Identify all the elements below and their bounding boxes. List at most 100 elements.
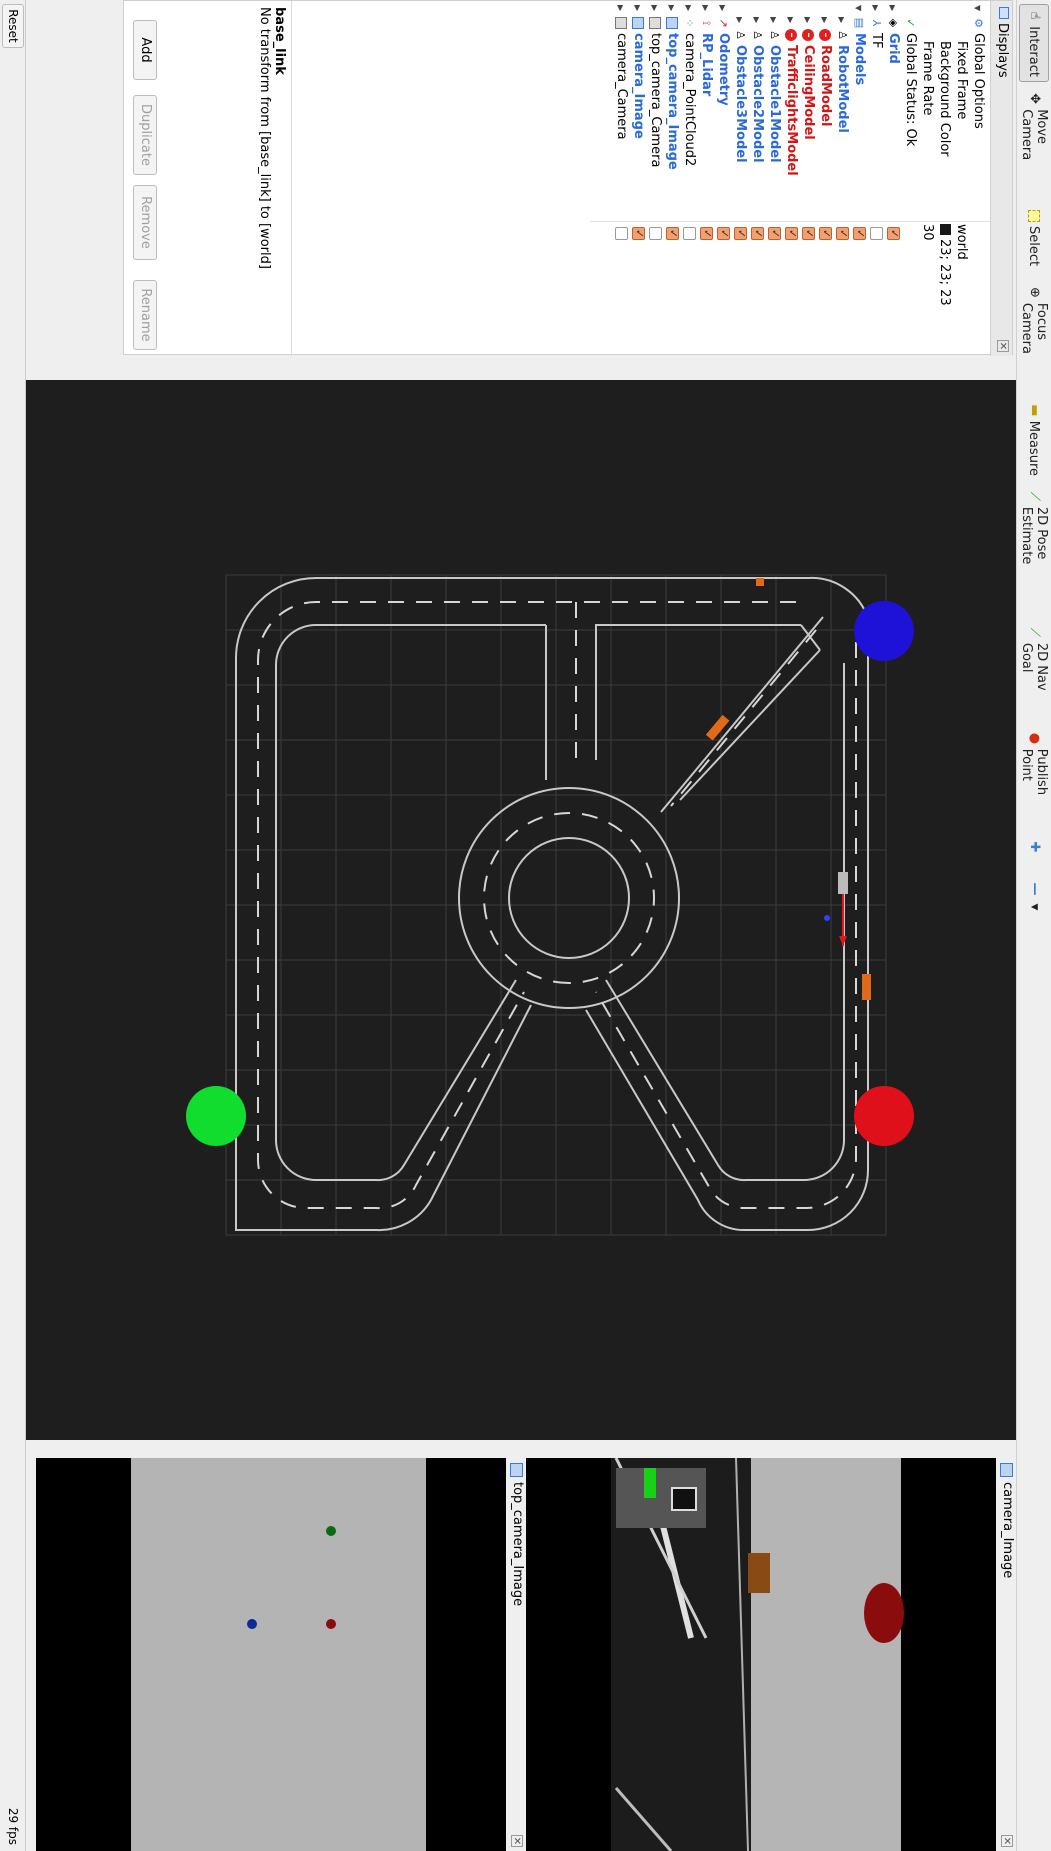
pin-icon: ● (1027, 732, 1042, 745)
column-divider[interactable] (590, 221, 990, 222)
obstacle2-checkbox[interactable] (751, 227, 764, 240)
odometry-row[interactable]: ▶ ↗ Odometry (715, 1, 731, 356)
ceiling-model-checkbox[interactable] (802, 227, 815, 240)
focus-camera-tool[interactable]: ⊕ Focus Camera (1019, 282, 1049, 392)
camera-camera-row[interactable]: ▶ camera_Camera (613, 1, 629, 356)
rename-button[interactable]: Rename (133, 280, 157, 350)
top-camera-feed (36, 1458, 506, 1851)
expand-icon: ▶ (820, 17, 829, 24)
global-status-row[interactable]: ✓ Global Status: Ok (902, 1, 918, 356)
chevron-down-icon: ▼ (1029, 903, 1039, 911)
camera-camera-checkbox[interactable] (615, 227, 628, 240)
models-row[interactable]: ▼ ▤ Models (851, 1, 867, 356)
select-tool[interactable]: Select (1019, 206, 1049, 276)
camera-icon (615, 17, 627, 29)
grid-checkbox[interactable] (887, 227, 900, 240)
robot-icon: ♙ (836, 30, 849, 40)
road-model-checkbox[interactable] (819, 227, 832, 240)
background-color-row[interactable]: Background Color 23; 23; 23 (936, 1, 952, 356)
display-buttons: Add Duplicate Remove Rename (127, 0, 161, 355)
expand-icon: ▶ (871, 5, 880, 12)
color-value[interactable]: 23; 23; 23 (936, 224, 952, 306)
error-icon: – (819, 29, 831, 41)
top-camera-image-row[interactable]: ▶ top_camera_Image (664, 1, 680, 356)
lidar-point (824, 915, 830, 921)
reset-button[interactable]: Reset (2, 4, 24, 48)
camera-image-panel: camera_Image ✕ (526, 1458, 1016, 1851)
close-icon[interactable]: ✕ (511, 1835, 523, 1847)
expand-icon: ▶ (701, 5, 710, 12)
point-cloud-icon: ⁘ (683, 18, 696, 28)
close-icon[interactable]: ✕ (997, 340, 1009, 352)
obstacle3-model-row[interactable]: ▶ ♙ Obstacle3Model (732, 1, 748, 356)
gear-icon: ⚙ (972, 18, 985, 28)
camera-image-checkbox[interactable] (632, 227, 645, 240)
interact-tool[interactable]: ☝ Interact (1019, 4, 1049, 82)
measure-tool[interactable]: ▬ Measure (1019, 400, 1049, 480)
remove-button[interactable]: Remove (133, 185, 157, 260)
top-camera-camera-checkbox[interactable] (649, 227, 662, 240)
grid-row[interactable]: ▶ ◈ Grid (885, 1, 901, 356)
robot-model-checkbox[interactable] (836, 227, 849, 240)
laser-icon: ⟟ (700, 20, 713, 26)
duplicate-button[interactable]: Duplicate (133, 95, 157, 175)
image-icon (510, 1463, 523, 1477)
obstacle3-checkbox[interactable] (734, 227, 747, 240)
tf-checkbox[interactable] (870, 227, 883, 240)
status-description: base_link No transform from [base_link] … (152, 1, 292, 356)
publish-point-tool[interactable]: ● Publish Point (1019, 728, 1049, 828)
axes-icon: ⅄ (870, 19, 883, 27)
robot-model-row[interactable]: ▶ ♙ RobotModel (834, 1, 850, 356)
add-tool-button[interactable]: ✚ (1019, 836, 1049, 862)
render-3d-view[interactable] (26, 380, 1016, 1440)
rp-lidar-checkbox[interactable] (700, 227, 713, 240)
point-cloud-row[interactable]: ▶ ⁘ camera_PointCloud2 (681, 1, 697, 356)
expand-icon: ▼ (973, 5, 982, 12)
image-icon (632, 17, 644, 29)
toolbar: ☝ Interact ✥ Move Camera Select ⊕ Focus Cam… (1016, 0, 1051, 1851)
status-message: No transform from [base_link] to [world] (257, 7, 272, 269)
global-options-row[interactable]: ▼ ⚙ Global Options (970, 1, 986, 356)
ceiling-model-row[interactable]: ▶ – CeilingModel (800, 1, 816, 356)
traffic-lights-checkbox[interactable] (785, 227, 798, 240)
image-icon (666, 17, 678, 29)
obstacle1-model-row[interactable]: ▶ ♙ Obstacle1Model (766, 1, 782, 356)
camera-icon (649, 17, 661, 29)
move-camera-tool[interactable]: ✥ Move Camera (1019, 88, 1049, 198)
plus-icon: ✚ (1027, 841, 1042, 853)
monitor-icon (999, 7, 1009, 19)
models-checkbox[interactable] (853, 227, 866, 240)
close-icon[interactable]: ✕ (1001, 1835, 1013, 1847)
fixed-frame-row[interactable]: Fixed Frame world (953, 1, 969, 356)
expand-icon: ▶ (888, 5, 897, 12)
camera-image-title: camera_Image ✕ (996, 1458, 1016, 1851)
frame-rate-row[interactable]: Frame Rate 30 (919, 1, 935, 356)
add-button[interactable]: Add (133, 20, 157, 80)
top-camera-image-checkbox[interactable] (666, 227, 679, 240)
rp-lidar-row[interactable]: ▶ ⟟ RP_Lidar (698, 1, 714, 356)
pose-estimate-tool[interactable]: ⟋ 2D Pose Estimate (1019, 486, 1049, 616)
expand-icon: ▶ (667, 5, 676, 12)
point-cloud-checkbox[interactable] (683, 227, 696, 240)
camera-image-row[interactable]: ▶ camera_Image (630, 1, 646, 356)
tf-row[interactable]: ▶ ⅄ TF (868, 1, 884, 356)
robot-icon: ♙ (734, 30, 747, 40)
odometry-icon: ↗ (717, 18, 730, 28)
nav-goal-tool[interactable]: ⟋ 2D Nav Goal (1019, 622, 1049, 722)
remove-tool-button[interactable]: — ▼ (1019, 878, 1049, 918)
obstacle2-model-row[interactable]: ▶ ♙ Obstacle2Model (749, 1, 765, 356)
top-camera-image-title: top_camera_Image ✕ (506, 1458, 526, 1851)
focus-icon: ⊕ (1027, 287, 1042, 298)
green-arrow-icon: ⟋ (1027, 491, 1042, 501)
minus-icon: — (1027, 882, 1042, 896)
road-model-row[interactable]: ▶ – RoadModel (817, 1, 833, 356)
ruler-icon: ▬ (1027, 404, 1042, 417)
top-camera-image-canvas (36, 1458, 506, 1851)
expand-icon: ▶ (786, 17, 795, 24)
traffic-lights-model-row[interactable]: ▶ – TrafficlightsModel (783, 1, 799, 356)
blue-traffic-light (854, 601, 914, 661)
status-title: base_link (272, 7, 287, 75)
obstacle1-checkbox[interactable] (768, 227, 781, 240)
top-camera-camera-row[interactable]: ▶ top_camera_Camera (647, 1, 663, 356)
odometry-checkbox[interactable] (717, 227, 730, 240)
